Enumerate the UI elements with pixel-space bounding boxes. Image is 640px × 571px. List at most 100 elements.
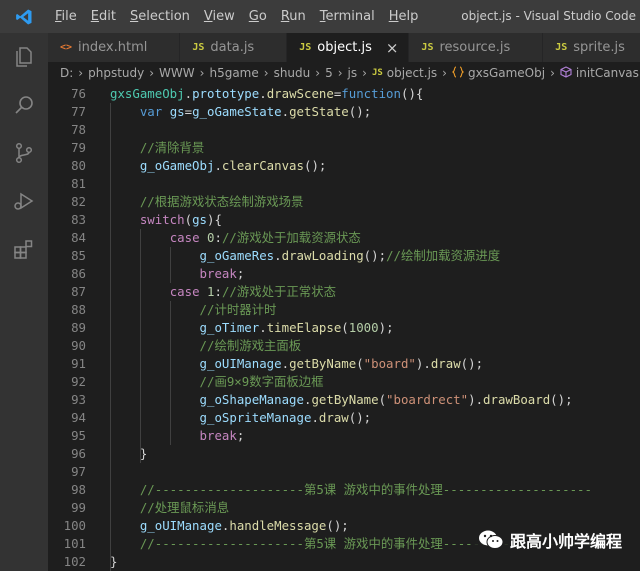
code-token: ();	[348, 104, 372, 119]
menu-item[interactable]: Edit	[84, 0, 123, 33]
breadcrumb-file[interactable]: object.js	[387, 66, 437, 80]
menu-item-label: o	[258, 9, 267, 24]
code-token: g_oUIManage	[199, 356, 282, 371]
breadcrumb-segment[interactable]: h5game	[209, 66, 258, 80]
code-line: 102}	[48, 553, 640, 571]
code-line: 94 g_oSpriteManage.draw();	[48, 409, 640, 427]
code-text: g_oGameRes.drawLoading();//绘制加载资源进度	[110, 247, 501, 265]
run-debug-icon[interactable]	[0, 177, 48, 225]
code-token: handleMessage	[229, 518, 327, 533]
code-token: //清除背景	[139, 140, 205, 155]
close-icon[interactable]: ×	[386, 39, 399, 57]
code-token: g_oShapeManage	[199, 392, 304, 407]
code-text: var gs=g_oGameState.getState();	[110, 103, 371, 121]
code-line: 96 }	[48, 445, 640, 463]
menu-item[interactable]: File	[48, 0, 84, 33]
code-token: g_oTimer	[199, 320, 260, 335]
breadcrumb-segment[interactable]: js	[348, 66, 358, 80]
code-line: 85 g_oGameRes.drawLoading();//绘制加载资源进度	[48, 247, 640, 265]
code-token: ;	[236, 428, 245, 443]
code-text: //绘制游戏主面板	[110, 337, 302, 355]
menu-item[interactable]: View	[197, 0, 242, 33]
tab-object-js[interactable]: JS object.js ×	[287, 33, 410, 62]
menu-item[interactable]: Terminal	[313, 0, 382, 33]
code-text: //--------------------第5课 游戏中的事件处理------…	[110, 481, 592, 499]
explorer-icon[interactable]	[0, 33, 48, 81]
code-token: gxsGameObj	[110, 86, 185, 101]
code-token: //绘制加载资源进度	[386, 248, 501, 263]
extensions-icon[interactable]	[0, 225, 48, 273]
code-token: :	[214, 284, 222, 299]
line-number: 96	[71, 446, 86, 461]
menu-item-label: elp	[398, 9, 419, 24]
line-number: 85	[71, 248, 86, 263]
code-text: g_oGameObj.clearCanvas();	[110, 157, 327, 175]
menu-item-key: G	[248, 9, 259, 24]
wechat-icon	[478, 530, 504, 549]
chevron-right-icon: ›	[263, 66, 269, 80]
code-token: }	[110, 554, 118, 569]
tab-data-js[interactable]: JS data.js	[180, 33, 288, 62]
source-control-icon[interactable]	[0, 129, 48, 177]
code-token: drawBoard	[483, 392, 551, 407]
menu-bar: File Edit Selection View Go Run Terminal Help	[48, 0, 425, 33]
chevron-right-icon: ›	[442, 66, 447, 80]
code-token: ){	[207, 212, 222, 227]
line-number: 87	[71, 284, 86, 299]
menu-item[interactable]: Go	[242, 0, 274, 33]
code-token: g_oGameState	[192, 104, 282, 119]
code-token: ).	[468, 392, 484, 407]
code-line: 78	[48, 121, 640, 139]
breadcrumb-segment[interactable]: shudu	[274, 66, 311, 80]
breadcrumb-method[interactable]: initCanvas	[576, 66, 639, 80]
window-title: object.js - Visual Studio Code	[461, 9, 636, 23]
code-token: g_oUIManage	[139, 518, 222, 533]
breadcrumb-segment[interactable]: WWW	[159, 66, 195, 80]
line-number: 95	[71, 428, 86, 443]
tab-resource-js[interactable]: JS resource.js	[409, 33, 544, 62]
menu-item[interactable]: Run	[274, 0, 313, 33]
code-token: drawLoading	[281, 248, 364, 263]
method-icon	[560, 65, 572, 81]
breadcrumb-segment[interactable]: D:	[60, 66, 73, 80]
watermark-text: 跟高小帅学编程	[509, 532, 622, 551]
code-token: case	[169, 284, 200, 299]
tab-index-html[interactable]: <> index.html	[48, 33, 181, 62]
tab-sprite-js[interactable]: JS sprite.js	[543, 33, 640, 62]
js-file-icon: JS	[192, 42, 205, 53]
code-token: //根据游戏状态绘制游戏场景	[139, 194, 304, 209]
code-token: (	[356, 356, 364, 371]
code-token: .	[259, 86, 267, 101]
menu-item[interactable]: Help	[382, 0, 426, 33]
code-token: drawScene	[266, 86, 334, 101]
code-token: case	[169, 230, 200, 245]
code-text: g_oSpriteManage.draw();	[110, 409, 372, 427]
line-number: 88	[71, 302, 86, 317]
code-token: ;	[236, 266, 245, 281]
breadcrumb-object[interactable]: gxsGameObj	[468, 66, 545, 80]
code-line: 89 g_oTimer.timeElapse(1000);	[48, 319, 640, 337]
code-line: 95 break;	[48, 427, 640, 445]
chevron-right-icon: ›	[149, 66, 155, 80]
menu-item[interactable]: Selection	[123, 0, 197, 33]
code-token: var	[139, 104, 163, 119]
code-token: gs	[192, 212, 207, 227]
vscode-logo-icon[interactable]	[0, 0, 48, 33]
search-icon[interactable]	[0, 81, 48, 129]
breadcrumb-segment[interactable]: 5	[325, 66, 333, 80]
breadcrumb-segment[interactable]: phpstudy	[88, 66, 144, 80]
code-editor[interactable]: 76 gxsGameObj.prototype.drawScene=functio…	[48, 84, 640, 571]
chevron-right-icon: ›	[550, 66, 555, 80]
tab-label: object.js	[317, 40, 372, 55]
code-token: //游戏处于加载资源状态	[221, 230, 361, 245]
code-text: //画9×9数字面板边框	[110, 373, 324, 391]
